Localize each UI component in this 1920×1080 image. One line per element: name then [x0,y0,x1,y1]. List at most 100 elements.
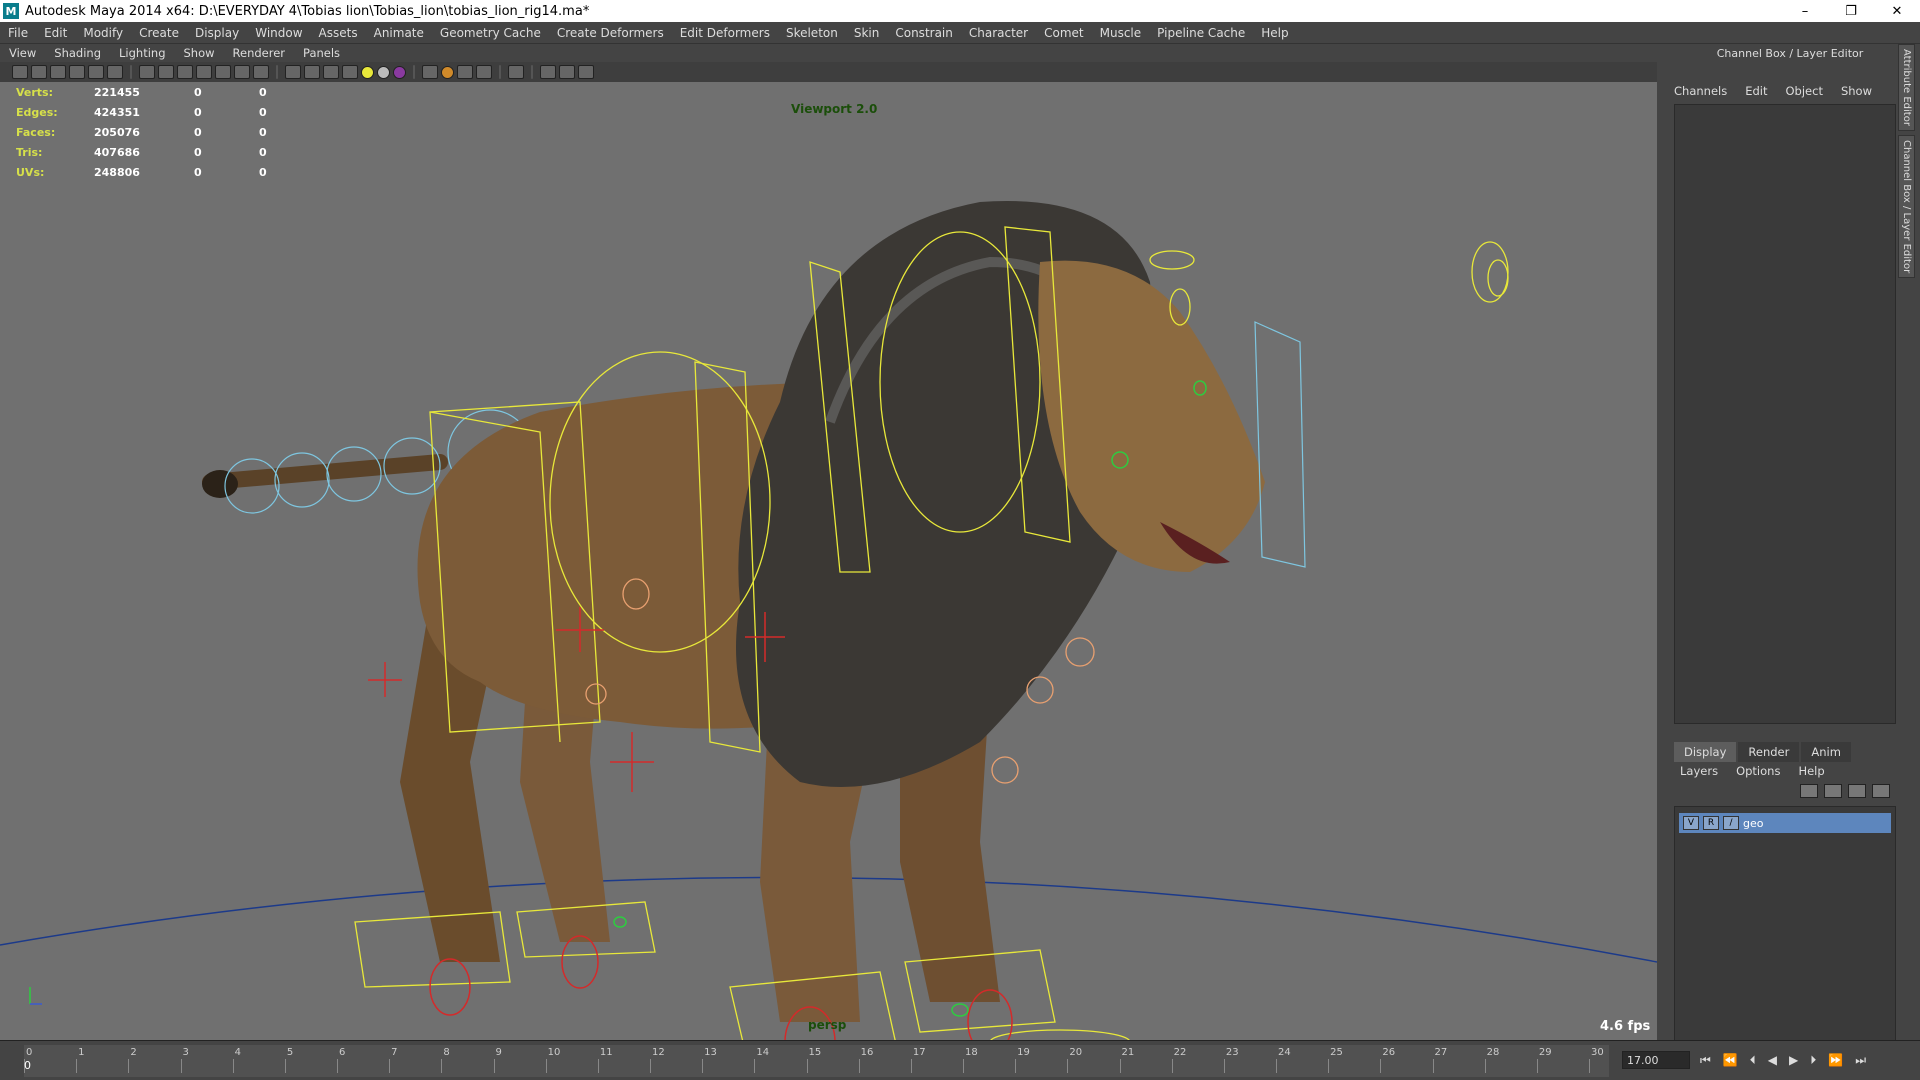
menu-pipeline-cache[interactable]: Pipeline Cache [1149,26,1253,40]
menu-file[interactable]: File [0,26,36,40]
channel-list[interactable] [1674,104,1896,724]
resolution-gate-icon[interactable] [177,65,193,79]
current-time-field[interactable]: 17.00 [1622,1051,1690,1069]
textured-icon[interactable] [342,65,358,79]
camera-attributes-icon[interactable] [31,65,47,79]
frame-tick [702,1059,704,1073]
attribute-editor-tab[interactable]: Attribute Editor [1898,44,1915,131]
frame-tick [1223,1059,1225,1073]
safe-action-icon[interactable] [234,65,250,79]
menu-constrain[interactable]: Constrain [887,26,961,40]
menu-edit[interactable]: Edit [36,26,75,40]
new-layer-selected-icon[interactable] [1872,784,1890,798]
xray-active-components-icon[interactable] [559,65,575,79]
grease-pencil-icon[interactable] [88,65,104,79]
menu-edit-deformers[interactable]: Edit Deformers [672,26,778,40]
hud-value: 407686 [94,145,140,159]
film-gate-icon[interactable] [158,65,174,79]
vp-menu-show[interactable]: Show [175,46,224,60]
vp-menu-lighting[interactable]: Lighting [110,46,174,60]
image-plane-icon[interactable] [69,65,85,79]
menu-help[interactable]: Help [1253,26,1296,40]
menu-geometry-cache[interactable]: Geometry Cache [432,26,549,40]
shadows-icon[interactable] [393,65,406,79]
viewport-3d[interactable]: Verts: 221455 0 0 Edges: 424351 0 0 Faces: 2050… [0,82,1657,1040]
new-layer-icon[interactable] [1848,784,1866,798]
field-chart-icon[interactable] [215,65,231,79]
cb-menu-edit[interactable]: Edit [1745,84,1767,98]
tab-display[interactable]: Display [1674,742,1737,762]
channel-box-tab[interactable]: Channel Box / Layer Editor [1898,134,1915,279]
step-forward-key-icon[interactable]: ⏩ [1828,1053,1843,1068]
menu-create-deformers[interactable]: Create Deformers [549,26,672,40]
menu-muscle[interactable]: Muscle [1092,26,1150,40]
depth-of-field-icon[interactable] [476,65,492,79]
move-layer-up-icon[interactable] [1800,784,1818,798]
use-default-lighting-icon[interactable] [361,65,374,79]
menu-display[interactable]: Display [187,26,247,40]
menu-modify[interactable]: Modify [75,26,131,40]
wireframe-on-shaded-icon[interactable] [323,65,339,79]
move-layer-down-icon[interactable] [1824,784,1842,798]
toolbar-separator [413,65,415,79]
hud-label: UVs: [16,165,45,179]
go-to-start-icon[interactable]: ⏮ [1700,1053,1711,1068]
le-menu-layers[interactable]: Layers [1680,764,1718,778]
vp-menu-view[interactable]: View [0,46,45,60]
step-back-key-icon[interactable]: ⏪ [1723,1053,1738,1068]
tab-render[interactable]: Render [1738,742,1800,762]
go-to-end-icon[interactable]: ⏭ [1855,1053,1866,1068]
menu-window[interactable]: Window [247,26,310,40]
anti-aliasing-icon[interactable] [457,65,473,79]
menu-create[interactable]: Create [131,26,187,40]
hud-value: 0 [194,105,202,119]
layer-visibility-toggle[interactable]: V [1683,816,1699,830]
vp-menu-panels[interactable]: Panels [294,46,349,60]
smooth-shade-icon[interactable] [304,65,320,79]
motion-blur-icon[interactable] [441,65,454,79]
screen-space-ao-icon[interactable] [422,65,438,79]
time-slider-track[interactable]: 0 1 2 3 4 5 6 7 8 9 10 11 12 13 14 15 16 17 18 19 20 21 22 23 24… [24,1045,1609,1077]
menu-comet[interactable]: Comet [1036,26,1092,40]
vp-menu-renderer[interactable]: Renderer [224,46,295,60]
cb-menu-object[interactable]: Object [1786,84,1823,98]
le-menu-options[interactable]: Options [1736,764,1780,778]
layer-reference-toggle[interactable]: R [1703,816,1719,830]
vp-menu-shading[interactable]: Shading [45,46,110,60]
menu-animate[interactable]: Animate [366,26,432,40]
cb-menu-show[interactable]: Show [1841,84,1872,98]
safe-title-icon[interactable] [253,65,269,79]
wireframe-icon[interactable] [285,65,301,79]
menu-assets[interactable]: Assets [311,26,366,40]
hud-value: 0 [194,125,202,139]
xray-joints-icon[interactable] [578,65,594,79]
grid-icon[interactable] [139,65,155,79]
frame-tick [284,1059,286,1073]
frame-tick [1536,1059,1538,1073]
tab-anim[interactable]: Anim [1801,742,1851,762]
frame-tick [858,1059,860,1073]
select-camera-icon[interactable] [12,65,28,79]
menu-character[interactable]: Character [961,26,1036,40]
isolate-select-icon[interactable] [508,65,524,79]
step-back-frame-icon[interactable]: ⏴ [1750,1053,1756,1068]
cb-menu-channels[interactable]: Channels [1674,84,1727,98]
layer-color-swatch[interactable]: / [1723,816,1739,830]
play-back-icon[interactable]: ◀ [1768,1053,1777,1068]
gate-mask-icon[interactable] [196,65,212,79]
minimize-button[interactable]: – [1782,0,1828,22]
menu-skeleton[interactable]: Skeleton [778,26,846,40]
step-forward-frame-icon[interactable]: ⏵ [1810,1053,1816,1068]
2d-pan-zoom-icon[interactable] [107,65,123,79]
restore-button[interactable]: ❐ [1828,0,1874,22]
layer-row-geo[interactable]: V R / geo [1679,813,1891,833]
xray-icon[interactable] [540,65,556,79]
menu-skin[interactable]: Skin [846,26,888,40]
le-menu-help[interactable]: Help [1798,764,1824,778]
use-all-lights-icon[interactable] [377,65,390,79]
bookmark-icon[interactable] [50,65,66,79]
close-button[interactable]: ✕ [1874,0,1920,22]
play-forward-icon[interactable]: ▶ [1789,1053,1798,1068]
layer-editor-menu: Layers Options Help [1680,764,1825,778]
frame-tick [754,1059,756,1073]
